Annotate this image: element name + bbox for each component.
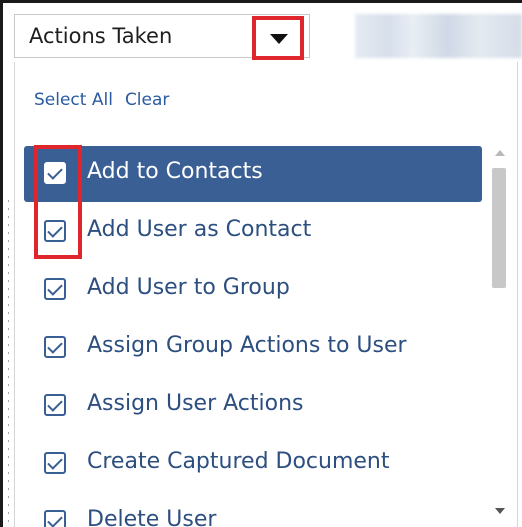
option-add-to-contacts[interactable]: Add to Contacts	[24, 146, 482, 202]
checkbox-checked-icon[interactable]	[44, 452, 66, 474]
filter-label: Actions Taken	[29, 24, 173, 48]
option-delete-user[interactable]: Delete User	[24, 494, 482, 527]
checkbox-checked-icon[interactable]	[44, 336, 66, 358]
option-label: Assign User Actions	[87, 391, 304, 416]
options-list: Add to Contacts Add User as Contact Add …	[24, 146, 482, 527]
blurred-field	[355, 14, 522, 58]
checkbox-checked-icon[interactable]	[44, 278, 66, 300]
checkbox-checked-icon[interactable]	[44, 510, 66, 527]
option-label: Add User to Group	[87, 275, 290, 300]
scrollbar-thumb[interactable]	[492, 168, 506, 288]
checkbox-checked-icon[interactable]	[44, 394, 66, 416]
screenshot-stage: Actions Taken Select All Clear Add to Con…	[0, 0, 522, 527]
triangle-down-icon	[270, 34, 288, 44]
option-label: Add to Contacts	[87, 159, 263, 184]
gutter-divider	[8, 200, 9, 527]
select-links: Select All Clear	[34, 90, 169, 110]
option-add-user-to-group[interactable]: Add User to Group	[24, 262, 482, 320]
dropdown-toggle-button[interactable]	[252, 16, 304, 60]
checkbox-checked-icon[interactable]	[44, 162, 66, 184]
checkbox-checked-icon[interactable]	[44, 220, 66, 242]
option-label: Create Captured Document	[87, 449, 390, 474]
scrollbar[interactable]	[489, 146, 509, 527]
option-create-captured-document[interactable]: Create Captured Document	[24, 436, 482, 494]
clear-link[interactable]: Clear	[125, 90, 169, 110]
option-assign-group-actions-to-user[interactable]: Assign Group Actions to User	[24, 320, 482, 378]
option-assign-user-actions[interactable]: Assign User Actions	[24, 378, 482, 436]
left-border	[0, 0, 3, 527]
select-all-link[interactable]: Select All	[34, 90, 113, 110]
option-label: Add User as Contact	[87, 217, 312, 242]
option-add-user-as-contact[interactable]: Add User as Contact	[24, 204, 482, 262]
scroll-up-arrow-icon[interactable]	[495, 150, 505, 156]
option-label: Delete User	[87, 507, 217, 527]
option-label: Assign Group Actions to User	[87, 333, 407, 358]
scroll-down-arrow-icon[interactable]	[495, 508, 505, 514]
